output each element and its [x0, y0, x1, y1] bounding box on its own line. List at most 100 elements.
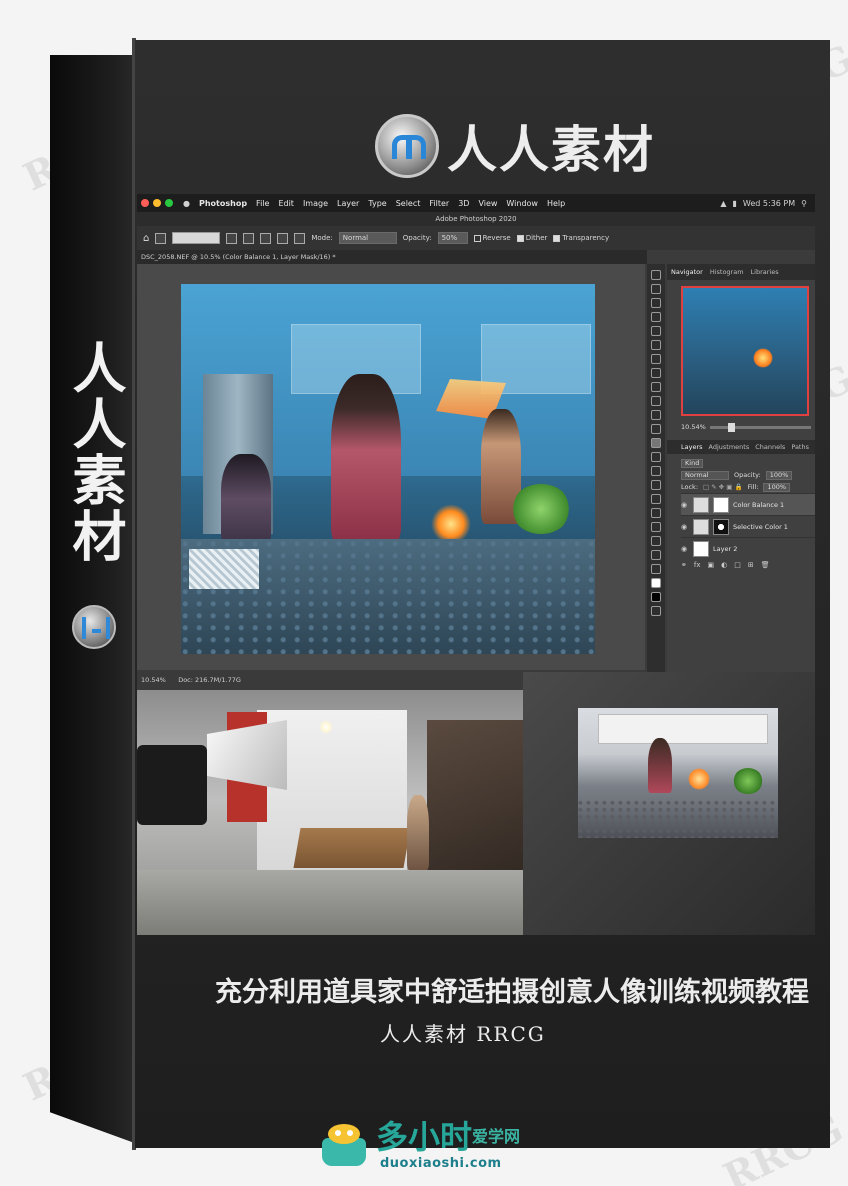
- layer-blend-select[interactable]: Normal: [681, 470, 729, 480]
- zoom-tool-icon[interactable]: [651, 550, 661, 560]
- status-zoom[interactable]: 10.54%: [141, 676, 166, 684]
- battery-icon[interactable]: ▮: [733, 199, 737, 208]
- tab-histogram[interactable]: Histogram: [710, 268, 744, 276]
- quick-mask-icon[interactable]: [651, 606, 661, 616]
- move-tool-icon[interactable]: [651, 270, 661, 280]
- apple-icon[interactable]: ●: [183, 199, 190, 208]
- tab-paths[interactable]: Paths: [791, 443, 809, 451]
- quick-select-tool-icon[interactable]: [651, 312, 661, 322]
- reflected-gradient-icon[interactable]: [277, 232, 289, 244]
- layer-row[interactable]: ◉ Color Balance 1: [681, 493, 815, 515]
- reverse-checkbox[interactable]: Reverse: [473, 234, 511, 242]
- menu-image[interactable]: Image: [303, 199, 328, 208]
- path-select-tool-icon[interactable]: [651, 508, 661, 518]
- frame-tool-icon[interactable]: [651, 340, 661, 350]
- mode-select[interactable]: Normal: [338, 232, 397, 244]
- canvas-area[interactable]: 10.54% Doc: 216.7M/1.77G: [137, 264, 645, 690]
- fx-icon[interactable]: fx: [694, 561, 701, 569]
- transparency-label: Transparency: [562, 234, 610, 242]
- visibility-eye-icon[interactable]: ◉: [681, 501, 689, 509]
- granite-counter: [578, 800, 778, 838]
- tab-navigator[interactable]: Navigator: [671, 268, 703, 276]
- menu-help[interactable]: Help: [547, 199, 565, 208]
- transparency-checkbox[interactable]: Transparency: [553, 234, 609, 242]
- layer-row[interactable]: ◉ Layer 2: [681, 537, 815, 559]
- crop-tool-icon[interactable]: [651, 326, 661, 336]
- home-icon[interactable]: ⌂: [143, 233, 149, 244]
- hand-tool-icon[interactable]: [651, 536, 661, 546]
- studio-floor: [137, 870, 523, 935]
- menu-edit[interactable]: Edit: [278, 199, 294, 208]
- close-window-button[interactable]: [141, 199, 149, 207]
- diamond-gradient-icon[interactable]: [294, 232, 306, 244]
- tab-channels[interactable]: Channels: [755, 443, 785, 451]
- dither-checkbox[interactable]: Dither: [516, 234, 547, 242]
- wifi-icon[interactable]: ▲: [720, 199, 726, 208]
- menu-file[interactable]: File: [256, 199, 269, 208]
- trash-icon[interactable]: 🗑: [761, 561, 770, 569]
- foreground-color-swatch[interactable]: [651, 578, 661, 588]
- gradient-swatch[interactable]: [172, 232, 221, 244]
- softbox: [207, 720, 287, 790]
- eraser-tool-icon[interactable]: [651, 424, 661, 434]
- menu-layer[interactable]: Layer: [337, 199, 359, 208]
- minimize-window-button[interactable]: [153, 199, 161, 207]
- blur-tool-icon[interactable]: [651, 452, 661, 462]
- group-icon[interactable]: □: [734, 561, 741, 569]
- gradient-tool-preset-icon[interactable]: [155, 232, 167, 244]
- pen-tool-icon[interactable]: [651, 480, 661, 490]
- shape-tool-icon[interactable]: [651, 522, 661, 532]
- layer-row[interactable]: ◉ Selective Color 1: [681, 515, 815, 537]
- navigator-thumbnail[interactable]: [681, 286, 809, 416]
- person-left: [221, 454, 271, 544]
- tab-layers[interactable]: Layers: [681, 443, 703, 451]
- lasso-tool-icon[interactable]: [651, 298, 661, 308]
- dodge-tool-icon[interactable]: [651, 466, 661, 476]
- menu-filter[interactable]: Filter: [429, 199, 449, 208]
- gradient-tool-icon[interactable]: [651, 438, 661, 448]
- menu-3d[interactable]: 3D: [458, 199, 469, 208]
- zoom-window-button[interactable]: [165, 199, 173, 207]
- linear-gradient-icon[interactable]: [226, 232, 238, 244]
- eyedropper-tool-icon[interactable]: [651, 354, 661, 364]
- new-layer-icon[interactable]: ⊞: [748, 561, 754, 569]
- tab-adjustments[interactable]: Adjustments: [709, 443, 750, 451]
- navigator-zoom-value[interactable]: 10.54%: [681, 423, 706, 431]
- visibility-eye-icon[interactable]: ◉: [681, 545, 689, 553]
- document-tab[interactable]: DSC_2058.NEF @ 10.5% (Color Balance 1, L…: [137, 250, 647, 264]
- layer-opacity-field[interactable]: 100%: [765, 470, 793, 480]
- spine-title: 人人素材: [63, 340, 127, 564]
- add-mask-icon[interactable]: ▣: [707, 561, 714, 569]
- menu-window[interactable]: Window: [506, 199, 538, 208]
- tab-libraries[interactable]: Libraries: [751, 268, 779, 276]
- search-icon[interactable]: ⚲: [801, 199, 807, 208]
- footer-logo[interactable]: 多小时爱学网 duoxiaoshi.com: [318, 1118, 538, 1178]
- opacity-value: 50%: [441, 234, 458, 242]
- person-center: [331, 374, 401, 544]
- menu-type[interactable]: Type: [368, 199, 386, 208]
- status-doc-size[interactable]: Doc: 216.7M/1.77G: [178, 676, 241, 684]
- healing-tool-icon[interactable]: [651, 368, 661, 378]
- menubar-clock[interactable]: Wed 5:36 PM: [743, 199, 795, 208]
- marquee-tool-icon[interactable]: [651, 284, 661, 294]
- layer-kind-filter[interactable]: Kind: [681, 458, 704, 468]
- background-color-swatch[interactable]: [651, 592, 661, 602]
- radial-gradient-icon[interactable]: [243, 232, 255, 244]
- link-layers-icon[interactable]: ⚭: [681, 561, 687, 569]
- menu-select[interactable]: Select: [396, 199, 421, 208]
- opacity-field[interactable]: 50%: [437, 232, 468, 244]
- adjustment-layer-icon[interactable]: ◐: [721, 561, 727, 569]
- menu-app[interactable]: Photoshop: [199, 199, 247, 208]
- lock-icons[interactable]: □ ✎ ✥ ▣ 🔒: [703, 483, 743, 491]
- angle-gradient-icon[interactable]: [260, 232, 272, 244]
- visibility-eye-icon[interactable]: ◉: [681, 523, 689, 531]
- history-brush-tool-icon[interactable]: [651, 410, 661, 420]
- type-tool-icon[interactable]: [651, 494, 661, 504]
- photographer: [407, 795, 429, 870]
- fill-field[interactable]: 100%: [763, 482, 791, 492]
- brush-tool-icon[interactable]: [651, 382, 661, 392]
- navigator-zoom-slider[interactable]: [709, 422, 811, 432]
- menu-view[interactable]: View: [478, 199, 497, 208]
- more-tools-icon[interactable]: [651, 564, 661, 574]
- stamp-tool-icon[interactable]: [651, 396, 661, 406]
